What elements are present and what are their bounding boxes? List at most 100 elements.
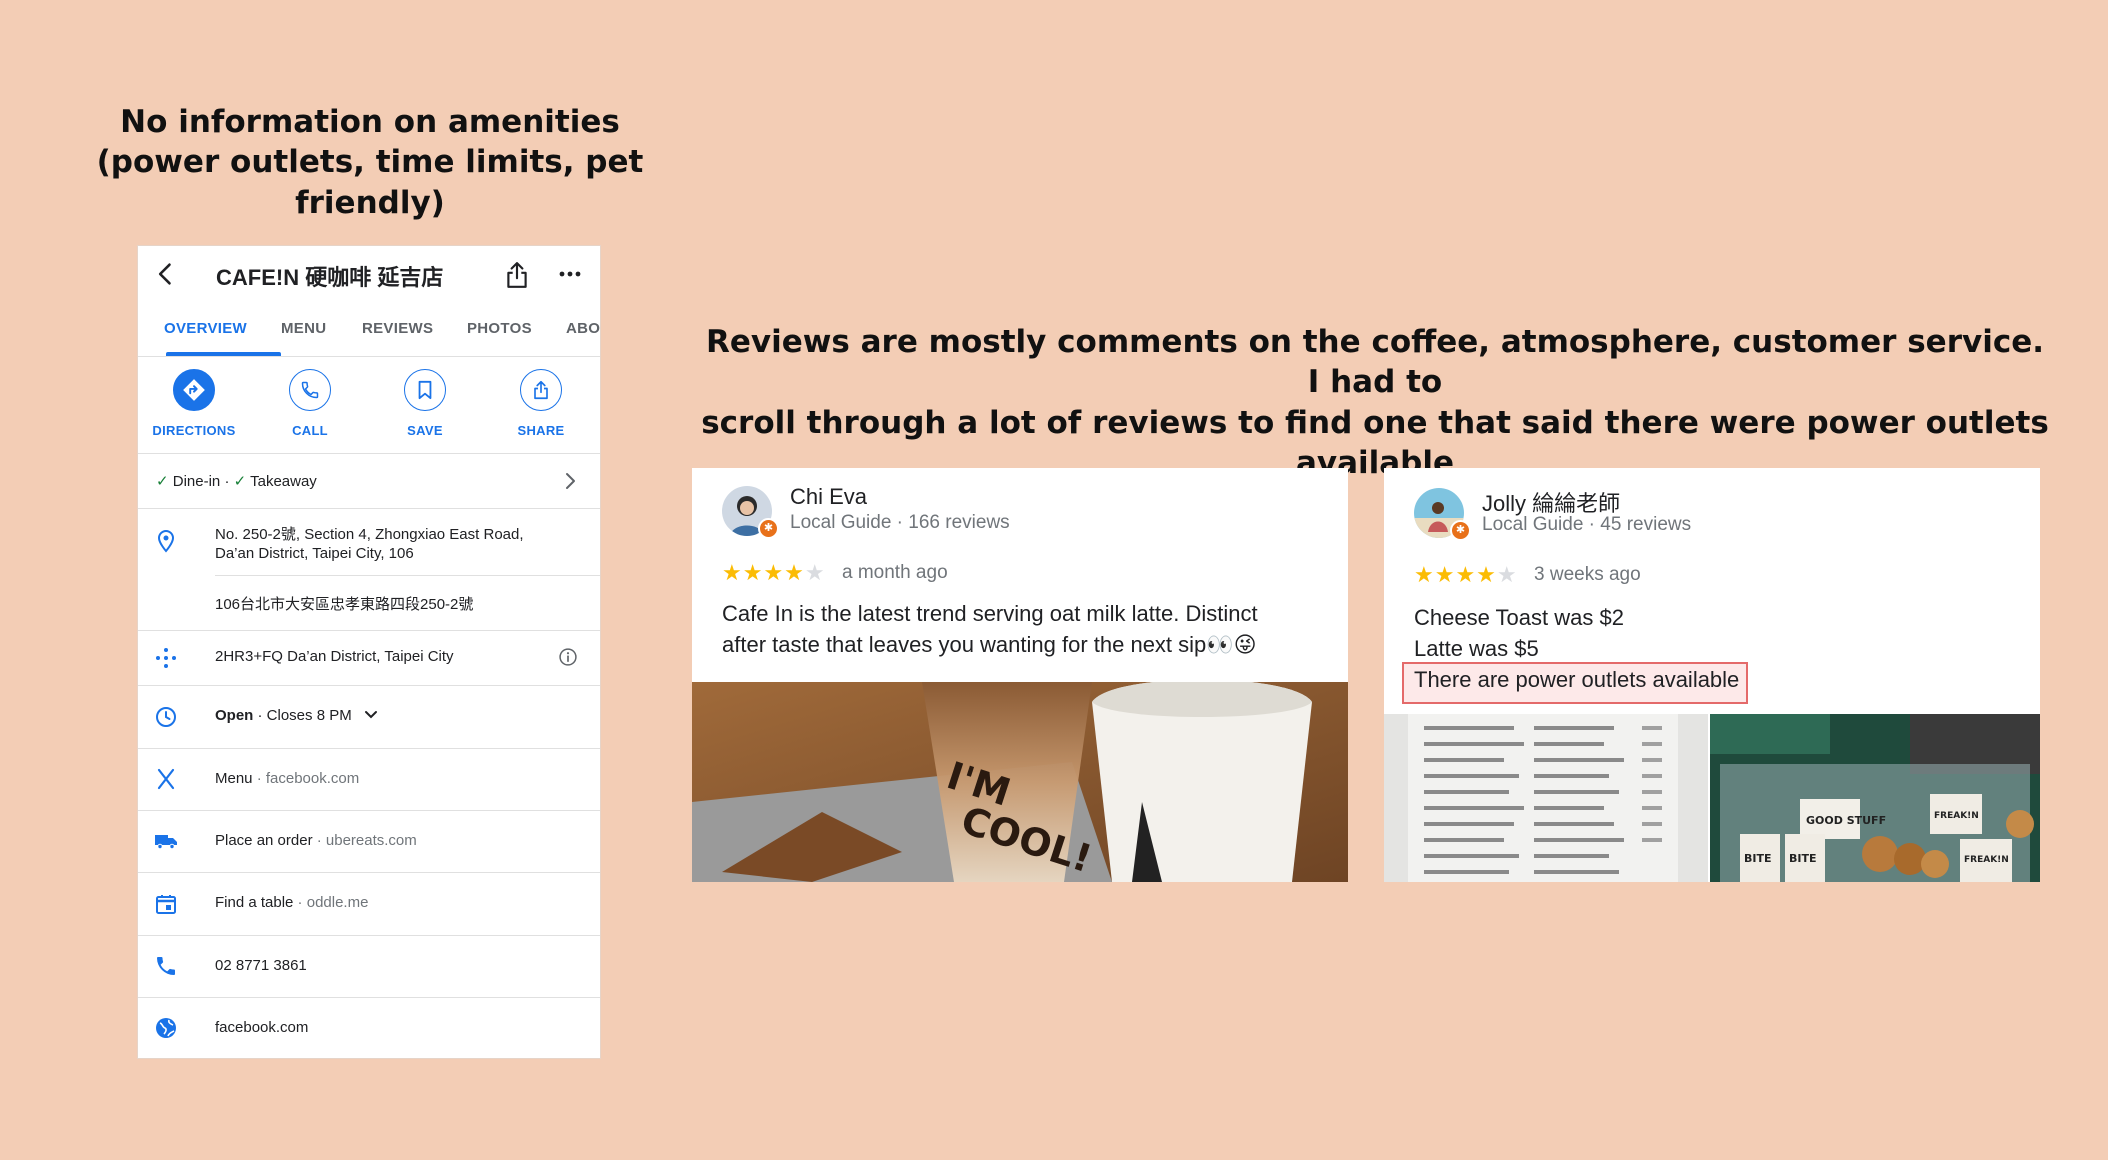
- place-panel: CAFE!N 硬咖啡 延吉店 OVERVIEW MENU REVIEWS PHO…: [138, 246, 600, 1058]
- order-link[interactable]: · ubereats.com: [313, 832, 417, 849]
- more-options-icon[interactable]: [556, 260, 584, 288]
- tab-photos[interactable]: PHOTOS: [467, 320, 532, 337]
- review-text-line2: Latte was $5: [1414, 636, 1539, 661]
- address-line1: No. 250-2號, Section 4, Zhongxiao East Ro…: [215, 526, 524, 543]
- directions-label: DIRECTIONS: [152, 423, 236, 438]
- bookmark-icon: [404, 369, 446, 411]
- table-label: Find a table: [215, 894, 294, 911]
- plus-code-row[interactable]: 2HR3+FQ Da’an District, Taipei City: [138, 631, 600, 686]
- action-buttons: DIRECTIONS CALL SAVE SHARE: [138, 357, 600, 454]
- svg-text:FREAK!N: FREAK!N: [1934, 811, 1979, 821]
- reviews-heading: Reviews are mostly comments on the coffe…: [700, 322, 2050, 483]
- utensils-icon: [157, 768, 175, 790]
- tab-reviews[interactable]: REVIEWS: [362, 320, 433, 337]
- address-row[interactable]: No. 250-2號, Section 4, Zhongxiao East Ro…: [138, 509, 600, 575]
- local-guide-badge-icon: ✱: [1450, 520, 1471, 541]
- local-address: 106台北市大安區忠孝東路四段250-2號: [215, 596, 474, 613]
- svg-text:FREAK!N: FREAK!N: [1964, 855, 2009, 865]
- review-text-line1: Cheese Toast was $2: [1414, 605, 1624, 630]
- svg-text:BITE: BITE: [1744, 852, 1772, 865]
- takeaway-label: Takeaway: [250, 473, 317, 490]
- review-text-line2: after taste that leaves you wanting for …: [722, 632, 1257, 657]
- share-icon[interactable]: [504, 261, 530, 289]
- table-link[interactable]: · oddle.me: [293, 894, 369, 911]
- save-button[interactable]: SAVE: [380, 369, 470, 438]
- menu-link[interactable]: · facebook.com: [253, 770, 360, 787]
- order-row[interactable]: Place an order · ubereats.com: [138, 811, 600, 873]
- call-label: CALL: [292, 423, 328, 438]
- share-label: SHARE: [517, 423, 565, 438]
- reviewer-name[interactable]: Chi Eva: [790, 484, 867, 510]
- review-time: 3 weeks ago: [1534, 564, 1641, 585]
- share-button[interactable]: SHARE: [496, 369, 586, 438]
- back-arrow-icon[interactable]: [152, 260, 180, 288]
- website-link[interactable]: facebook.com: [215, 1019, 308, 1036]
- hours-text: Open · Closes 8 PM: [215, 707, 378, 724]
- star-rating: ★★★★★: [722, 560, 826, 585]
- reviewer-meta: Local Guide · 166 reviews: [790, 512, 1010, 533]
- chevron-down-icon[interactable]: [364, 710, 378, 720]
- hours-row[interactable]: Open · Closes 8 PM: [138, 686, 600, 749]
- service-options-row[interactable]: ✓ Dine-in · ✓ Takeaway: [138, 454, 600, 509]
- dine-in-check-icon: ✓: [156, 473, 169, 490]
- phone-number: 02 8771 3861: [215, 957, 307, 974]
- place-header: CAFE!N 硬咖啡 延吉店: [138, 246, 600, 304]
- menu-label: Menu: [215, 770, 253, 787]
- location-pin-icon: [157, 529, 175, 553]
- table-text: Find a table · oddle.me: [215, 894, 368, 911]
- service-separator: ·: [220, 473, 234, 490]
- address-text: No. 250-2號, Section 4, Zhongxiao East Ro…: [215, 525, 524, 563]
- active-tab-indicator: [166, 352, 281, 356]
- service-options: ✓ Dine-in · ✓ Takeaway: [156, 472, 317, 490]
- takeaway-check-icon: ✓: [233, 473, 247, 490]
- review-text: Cafe In is the latest trend serving oat …: [722, 598, 1258, 660]
- info-icon[interactable]: [558, 647, 578, 667]
- local-guide-badge-icon: ✱: [758, 518, 779, 539]
- review-card-chi-eva: ✱ Chi Eva Local Guide · 166 reviews ★★★★…: [692, 468, 1348, 882]
- delivery-truck-icon: [155, 835, 177, 850]
- table-row[interactable]: Find a table · oddle.me: [138, 873, 600, 936]
- amenities-heading-line2: (power outlets, time limits, pet friendl…: [96, 144, 644, 221]
- menu-text: Menu · facebook.com: [215, 770, 359, 787]
- tab-overview[interactable]: OVERVIEW: [164, 320, 247, 337]
- closing-time: · Closes 8 PM: [253, 707, 352, 724]
- review-time: a month ago: [842, 562, 948, 583]
- save-label: SAVE: [407, 423, 443, 438]
- amenities-heading-line1: No information on amenities: [120, 104, 620, 140]
- star-rating: ★★★★★: [1414, 562, 1518, 587]
- place-title: CAFE!N 硬咖啡 延吉店: [216, 265, 444, 290]
- directions-icon: [173, 369, 215, 411]
- order-text: Place an order · ubereats.com: [215, 832, 417, 849]
- review-photo-coffee[interactable]: I'M COOL!: [692, 682, 1348, 882]
- svg-text:GOOD STUFF: GOOD STUFF: [1806, 814, 1886, 827]
- reviewer-meta: Local Guide · 45 reviews: [1482, 514, 1692, 535]
- address-line2: Da’an District, Taipei City, 106: [215, 545, 414, 562]
- menu-row[interactable]: Menu · facebook.com: [138, 749, 600, 811]
- dine-in-label: Dine-in: [172, 473, 221, 490]
- directions-button[interactable]: DIRECTIONS: [149, 369, 239, 438]
- tab-menu[interactable]: MENU: [281, 320, 326, 337]
- calendar-icon: [156, 895, 176, 914]
- amenities-heading: No information on amenities (power outle…: [40, 102, 700, 223]
- reviews-heading-line1: Reviews are mostly comments on the coffe…: [705, 324, 2044, 401]
- review-photo-menu[interactable]: [1384, 714, 1708, 882]
- local-address-row[interactable]: 106台北市大安區忠孝東路四段250-2號: [138, 576, 600, 631]
- phone-row[interactable]: 02 8771 3861: [138, 936, 600, 998]
- plus-code: 2HR3+FQ Da’an District, Taipei City: [215, 648, 454, 665]
- review-text-line3: There are power outlets available: [1414, 667, 1740, 692]
- open-status: Open: [215, 707, 254, 724]
- share-action-icon: [520, 369, 562, 411]
- globe-icon: [156, 1018, 176, 1038]
- tab-about[interactable]: ABO: [566, 320, 600, 337]
- review-text-line1: Cafe In is the latest trend serving oat …: [722, 601, 1258, 626]
- call-button[interactable]: CALL: [265, 369, 355, 438]
- review-card-jolly: ✱ Jolly 綸綸老師 Local Guide · 45 reviews ★★…: [1384, 468, 2040, 882]
- phone-icon: [289, 369, 331, 411]
- place-tabs: OVERVIEW MENU REVIEWS PHOTOS ABO: [138, 304, 600, 357]
- clock-icon: [156, 707, 176, 727]
- review-text: Cheese Toast was $2 Latte was $5 There a…: [1414, 602, 1739, 695]
- review-photo-pastry-case[interactable]: GOOD STUFF BITE BITE FREAK!N FREAK!N: [1710, 714, 2040, 882]
- svg-text:BITE: BITE: [1789, 852, 1817, 865]
- plus-code-icon: [156, 648, 176, 668]
- website-row[interactable]: facebook.com: [138, 998, 600, 1059]
